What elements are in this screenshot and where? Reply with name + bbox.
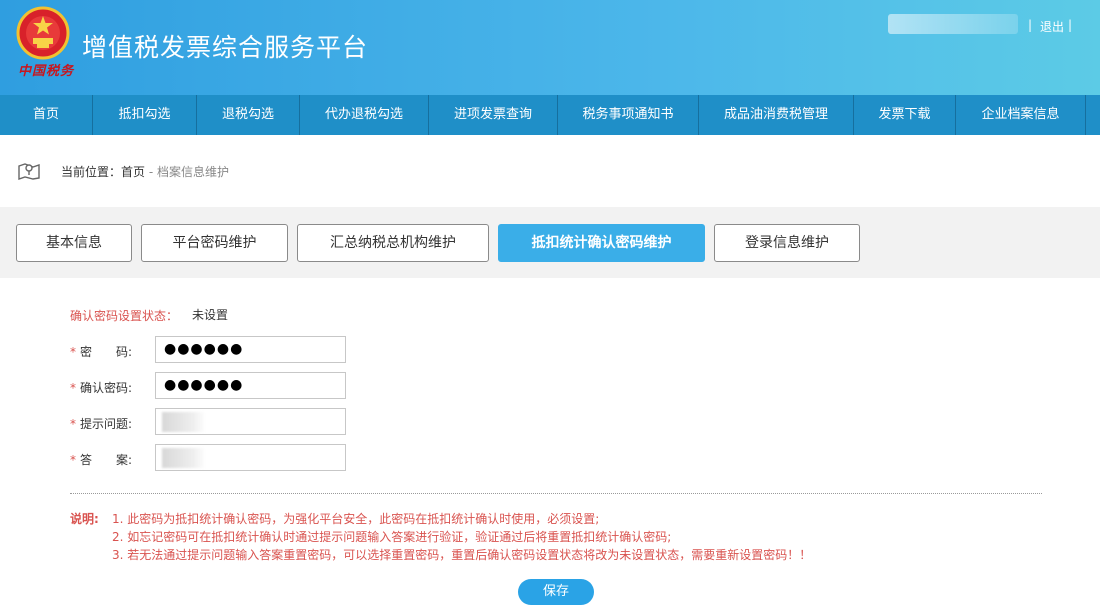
tab-consolidated-taxpayer[interactable]: 汇总纳税总机构维护 <box>297 224 489 262</box>
main-nav: 首页 抵扣勾选 退税勾选 代办退税勾选 进项发票查询 税务事项通知书 成品油消费… <box>0 95 1100 135</box>
tab-basic-info[interactable]: 基本信息 <box>16 224 132 262</box>
header: 中国税务 增值税发票综合服务平台 | 退出 | <box>0 0 1100 95</box>
redacted-value <box>162 448 206 468</box>
breadcrumb-home-link[interactable]: 首页 <box>121 165 145 179</box>
breadcrumb-current: 档案信息维护 <box>157 165 230 179</box>
tab-bar: 基本信息 平台密码维护 汇总纳税总机构维护 抵扣统计确认密码维护 登录信息维护 <box>0 207 1100 278</box>
nav-item-deduction-select[interactable]: 抵扣勾选 <box>93 95 197 135</box>
tab-login-info[interactable]: 登录信息维护 <box>714 224 860 262</box>
note-line: 2. 如忘记密码可在抵扣统计确认时通过提示问题输入答案进行验证，验证通过后将重置… <box>112 530 672 544</box>
site-title: 增值税发票综合服务平台 <box>82 33 369 62</box>
nav-item-input-invoice-query[interactable]: 进项发票查询 <box>429 95 558 135</box>
nav-item-enterprise-records[interactable]: 企业档案信息 <box>956 95 1086 135</box>
brand-logo-text: 中国税务 <box>18 64 75 79</box>
redacted-value <box>162 412 206 432</box>
note-line: 1. 此密码为抵扣统计确认密码，为强化平台安全，此密码在抵扣统计确认时使用，必须… <box>112 512 600 526</box>
password-form: 确认密码设置状态： 未设置 * 密 码: ●●●●●● * 确认密码: ●●●●●●… <box>0 278 1100 616</box>
answer-label: * 答 案: <box>70 453 133 467</box>
confirm-password-label: * 确认密码: <box>70 381 133 395</box>
breadcrumb: 当前位置：首页 - 档案信息维护 <box>0 135 1100 207</box>
national-emblem-icon <box>16 6 70 60</box>
status-value: 未设置 <box>192 308 229 322</box>
breadcrumb-separator: - <box>145 165 157 179</box>
tab-deduction-confirm-password[interactable]: 抵扣统计确认密码维护 <box>498 224 705 262</box>
hint-question-input[interactable] <box>155 408 346 435</box>
tab-platform-password[interactable]: 平台密码维护 <box>141 224 288 262</box>
header-separator: | <box>1028 18 1033 32</box>
status-label: 确认密码设置状态： <box>70 309 179 323</box>
user-name-redacted <box>888 14 1018 34</box>
save-button[interactable]: 保存 <box>518 579 594 605</box>
map-location-icon <box>18 163 40 180</box>
answer-input[interactable] <box>155 444 346 471</box>
required-mark: * <box>70 417 76 431</box>
nav-item-invoice-download[interactable]: 发票下载 <box>854 95 956 135</box>
required-mark: * <box>70 381 76 395</box>
logout-link[interactable]: 退出 <box>1040 18 1064 35</box>
nav-item-agent-refund-select[interactable]: 代办退税勾选 <box>300 95 429 135</box>
required-mark: * <box>70 345 76 359</box>
password-label: * 密 码: <box>70 345 133 359</box>
divider <box>70 493 1042 494</box>
password-input[interactable]: ●●●●●● <box>155 336 346 363</box>
required-mark: * <box>70 453 76 467</box>
nav-item-fuel-tax-management[interactable]: 成品油消费税管理 <box>699 95 854 135</box>
confirm-password-input[interactable]: ●●●●●● <box>155 372 346 399</box>
notes-title: 说明: <box>70 512 99 526</box>
hint-question-label: * 提示问题: <box>70 417 133 431</box>
note-line: 3. 若无法通过提示问题输入答案重置密码，可以选择重置密码，重置后确认密码设置状… <box>112 548 812 562</box>
header-separator: | <box>1068 18 1073 32</box>
nav-item-tax-notice[interactable]: 税务事项通知书 <box>558 95 699 135</box>
breadcrumb-prefix: 当前位置： <box>61 165 122 179</box>
nav-item-home[interactable]: 首页 <box>0 95 93 135</box>
nav-item-refund-select[interactable]: 退税勾选 <box>197 95 300 135</box>
